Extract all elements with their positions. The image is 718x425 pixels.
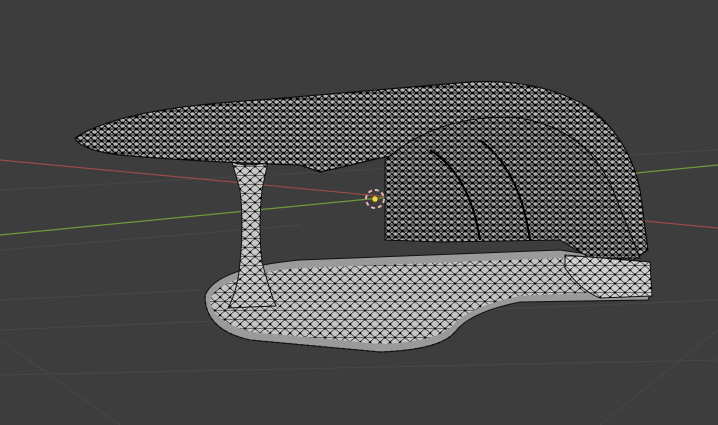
mesh-object[interactable] xyxy=(74,80,653,353)
viewport-canvas[interactable] xyxy=(0,0,718,425)
3d-viewport[interactable] xyxy=(0,0,718,425)
